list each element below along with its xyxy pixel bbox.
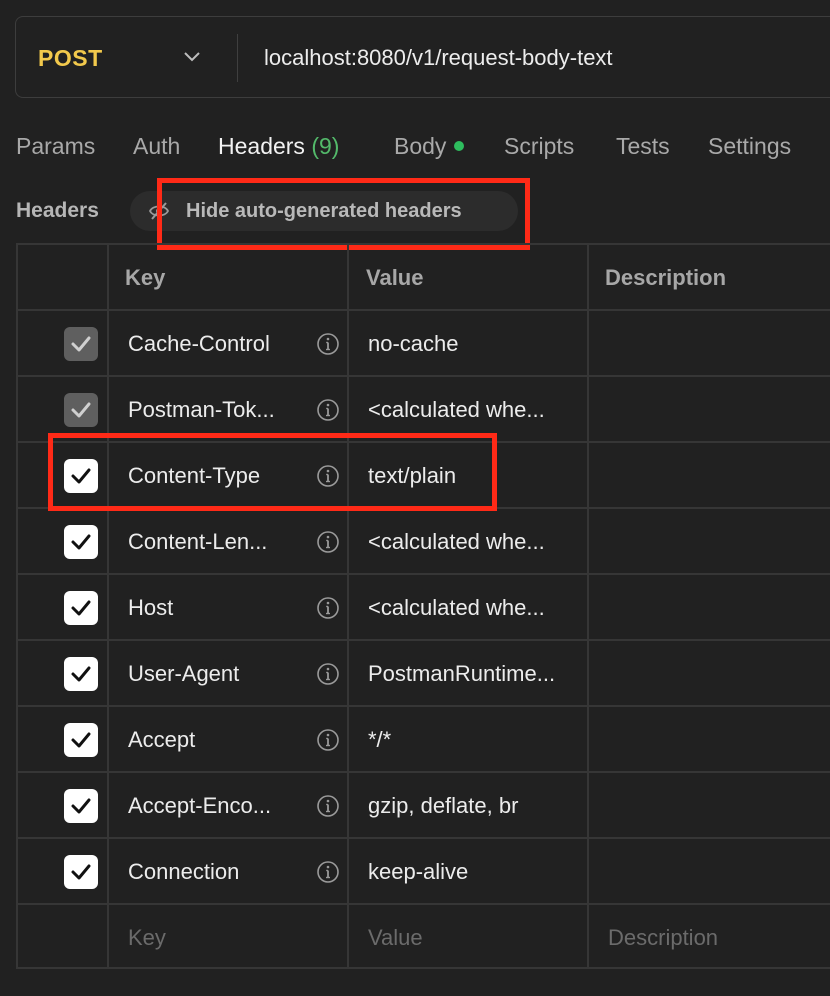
table-row: Host <calculated whe... xyxy=(18,575,830,641)
row-enabled-checkbox[interactable] xyxy=(64,723,98,757)
header-description[interactable] xyxy=(608,509,828,575)
header-description[interactable] xyxy=(608,311,828,377)
header-description[interactable] xyxy=(608,773,828,839)
header-value[interactable]: text/plain xyxy=(368,443,456,509)
column-header-description: Description xyxy=(605,265,727,290)
url-divider xyxy=(237,34,238,82)
tab-label: Scripts xyxy=(504,133,575,159)
header-key[interactable]: Connection xyxy=(128,839,239,905)
tab-scripts[interactable]: Scripts xyxy=(504,130,574,162)
row-enabled-checkbox[interactable] xyxy=(64,855,98,889)
info-icon[interactable] xyxy=(316,794,340,818)
tab-label: Headers xyxy=(218,133,305,159)
info-icon[interactable] xyxy=(316,596,340,620)
header-value[interactable]: no-cache xyxy=(368,311,459,377)
header-key[interactable]: User-Agent xyxy=(128,641,239,707)
info-icon[interactable] xyxy=(316,860,340,884)
checkmark-icon xyxy=(71,666,91,682)
tab-settings[interactable]: Settings xyxy=(708,130,791,162)
row-enabled-checkbox[interactable] xyxy=(64,591,98,625)
tab-label: Settings xyxy=(708,133,792,159)
tab-label: Tests xyxy=(616,133,670,159)
header-key[interactable]: Postman-Tok... xyxy=(128,377,275,443)
info-icon[interactable] xyxy=(316,662,340,686)
chevron-down-icon[interactable] xyxy=(182,49,202,65)
column-header-key: Key xyxy=(125,265,166,290)
header-value[interactable]: PostmanRuntime... xyxy=(368,641,555,707)
method-selector[interactable]: POST xyxy=(38,17,103,99)
table-header-row: Key Value Description xyxy=(18,245,830,311)
request-url-bar: POST localhost:8080/v1/request-body-text xyxy=(15,16,830,98)
header-description[interactable] xyxy=(608,443,828,509)
tab-label: Auth xyxy=(133,133,181,159)
tab-auth[interactable]: Auth xyxy=(133,130,180,162)
checkmark-icon xyxy=(71,732,91,748)
table-row: Accept-Enco... gzip, deflate, br xyxy=(18,773,830,839)
header-description[interactable] xyxy=(608,839,828,905)
header-description[interactable] xyxy=(608,707,828,773)
new-header-row: Key Value Description xyxy=(18,905,830,969)
tab-params[interactable]: Params xyxy=(16,130,95,162)
table-row: User-Agent PostmanRuntime... xyxy=(18,641,830,707)
hide-auto-generated-headers-button[interactable]: Hide auto-generated headers xyxy=(130,191,518,231)
checkmark-icon xyxy=(71,864,91,880)
header-value[interactable]: keep-alive xyxy=(368,839,468,905)
tab-label: Params xyxy=(16,133,96,159)
headers-count: (9) xyxy=(311,133,340,159)
checkmark-icon xyxy=(71,468,91,484)
new-value-input[interactable]: Value xyxy=(368,905,423,971)
tab-label: Body xyxy=(394,133,447,159)
header-value[interactable]: gzip, deflate, br xyxy=(368,773,518,839)
checkmark-icon xyxy=(71,336,91,352)
row-enabled-checkbox[interactable] xyxy=(64,327,98,361)
info-icon[interactable] xyxy=(316,530,340,554)
checkmark-icon xyxy=(71,600,91,616)
body-status-dot xyxy=(454,140,465,151)
checkmark-icon xyxy=(71,798,91,814)
tab-tests[interactable]: Tests xyxy=(616,130,670,162)
row-enabled-checkbox[interactable] xyxy=(64,393,98,427)
hide-headers-label: Hide auto-generated headers xyxy=(186,200,462,222)
header-key[interactable]: Content-Len... xyxy=(128,509,267,575)
header-key[interactable]: Content-Type xyxy=(128,443,260,509)
header-key[interactable]: Accept-Enco... xyxy=(128,773,271,839)
header-key[interactable]: Cache-Control xyxy=(128,311,270,377)
table-row: Cache-Control no-cache xyxy=(18,311,830,377)
table-row: Connection keep-alive xyxy=(18,839,830,905)
header-value[interactable]: <calculated whe... xyxy=(368,575,545,641)
table-row: Content-Len... <calculated whe... xyxy=(18,509,830,575)
header-value[interactable]: <calculated whe... xyxy=(368,509,545,575)
header-key[interactable]: Host xyxy=(128,575,173,641)
row-enabled-checkbox[interactable] xyxy=(64,657,98,691)
row-enabled-checkbox[interactable] xyxy=(64,525,98,559)
new-key-input[interactable]: Key xyxy=(128,905,166,971)
tab-headers[interactable]: Headers (9) xyxy=(218,130,339,162)
table-row: Postman-Tok... <calculated whe... xyxy=(18,377,830,443)
header-description[interactable] xyxy=(608,641,828,707)
headers-table: Key Value Description Cache-Control no-ca… xyxy=(16,243,830,969)
info-icon[interactable] xyxy=(316,398,340,422)
info-icon[interactable] xyxy=(316,728,340,752)
info-icon[interactable] xyxy=(316,332,340,356)
row-enabled-checkbox[interactable] xyxy=(64,789,98,823)
table-row: Content-Type text/plain xyxy=(18,443,830,509)
url-input[interactable]: localhost:8080/v1/request-body-text xyxy=(264,17,613,99)
eye-off-icon xyxy=(148,202,170,220)
header-description[interactable] xyxy=(608,377,828,443)
new-description-input[interactable]: Description xyxy=(608,905,718,971)
header-value[interactable]: */* xyxy=(368,707,391,773)
header-description[interactable] xyxy=(608,575,828,641)
header-value[interactable]: <calculated whe... xyxy=(368,377,545,443)
checkmark-icon xyxy=(71,402,91,418)
table-row: Accept */* xyxy=(18,707,830,773)
info-icon[interactable] xyxy=(316,464,340,488)
row-enabled-checkbox[interactable] xyxy=(64,459,98,493)
header-key[interactable]: Accept xyxy=(128,707,195,773)
column-header-value: Value xyxy=(366,265,424,290)
tab-body[interactable]: Body xyxy=(394,130,465,162)
headers-section-label: Headers xyxy=(16,199,99,222)
checkmark-icon xyxy=(71,534,91,550)
